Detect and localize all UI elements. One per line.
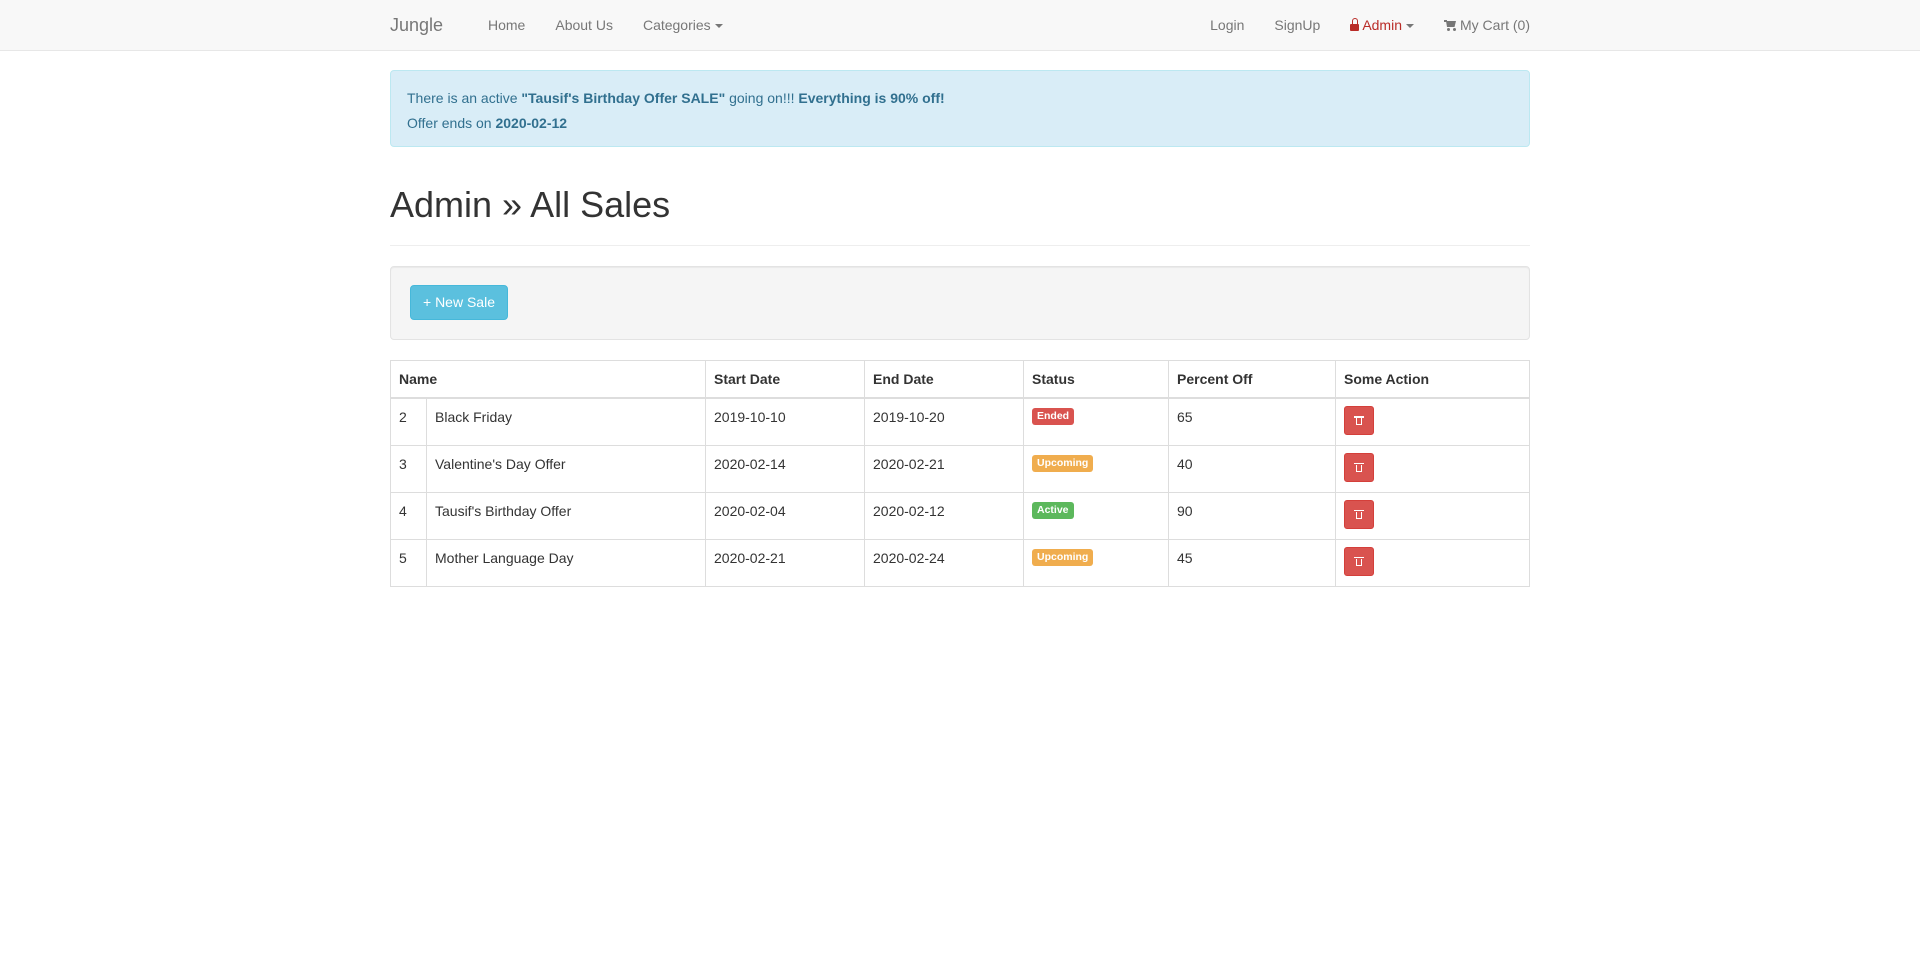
sales-table: Name Start Date End Date Status Percent …: [390, 360, 1530, 587]
alert-line-1: There is an active "Tausif's Birthday Of…: [407, 86, 1513, 111]
caret-down-icon: [1406, 24, 1414, 29]
sale-percent-off: 45: [1168, 538, 1336, 587]
page-title: Admin » All Sales: [390, 184, 671, 225]
sale-action-cell: [1335, 444, 1530, 493]
brand-logo[interactable]: Jungle: [390, 15, 443, 35]
col-header-start: Start Date: [705, 360, 865, 399]
col-header-status: Status: [1023, 360, 1169, 399]
nav-cart-link[interactable]: My Cart (0): [1429, 0, 1545, 50]
sale-id: 4: [390, 491, 427, 540]
nav-right-menu: Login SignUp Admin My Cart (0): [1195, 0, 1545, 50]
top-navbar: Jungle Home About Us Categories Login Si…: [0, 0, 1920, 51]
delete-sale-button[interactable]: [1344, 452, 1374, 482]
navbar-inner: Jungle Home About Us Categories Login Si…: [390, 0, 1530, 50]
sale-status-cell: Ended: [1023, 397, 1169, 446]
alert-middle: going on!!!: [725, 90, 799, 106]
new-sale-button[interactable]: + New Sale: [410, 285, 508, 320]
table-header-row: Name Start Date End Date Status Percent …: [390, 360, 1530, 399]
caret-down-icon: [714, 24, 723, 29]
sale-end-date: 2020-02-24: [864, 538, 1024, 587]
sale-name: Black Friday: [426, 397, 706, 446]
sale-name: Mother Language Day: [426, 538, 706, 587]
sale-id: 3: [390, 444, 427, 493]
alert-sale-name: "Tausif's Birthday Offer SALE": [521, 90, 726, 106]
alert-line-2: Offer ends on 2020-02-12: [407, 111, 1513, 136]
cart-label: My Cart (0): [1460, 17, 1530, 33]
admin-label: Admin: [1362, 17, 1402, 33]
status-badge: Upcoming: [1032, 548, 1094, 566]
cart-icon: [1444, 20, 1457, 31]
trash-icon: [1354, 462, 1364, 472]
sale-start-date: 2019-10-10: [705, 397, 865, 446]
col-header-end: End Date: [864, 360, 1024, 399]
nav-about-link[interactable]: About Us: [540, 0, 628, 50]
nav-left-menu: Home About Us Categories: [473, 0, 738, 50]
delete-sale-button[interactable]: [1344, 499, 1374, 529]
sale-alert: There is an active "Tausif's Birthday Of…: [390, 70, 1530, 147]
sale-end-date: 2020-02-12: [864, 491, 1024, 540]
sale-start-date: 2020-02-14: [705, 444, 865, 493]
col-header-percent: Percent Off: [1168, 360, 1336, 399]
table-row: 2 Black Friday 2019-10-10 2019-10-20 End…: [390, 397, 1530, 446]
sale-start-date: 2020-02-21: [705, 538, 865, 587]
sale-end-date: 2020-02-21: [864, 444, 1024, 493]
sale-end-date: 2019-10-20: [864, 397, 1024, 446]
page-header: Admin » All Sales: [390, 165, 1530, 246]
delete-sale-button[interactable]: [1344, 406, 1374, 435]
trash-icon: [1354, 556, 1364, 566]
delete-sale-button[interactable]: [1344, 546, 1374, 576]
sale-percent-off: 40: [1168, 444, 1336, 493]
trash-icon: [1354, 509, 1364, 519]
status-badge: Active: [1032, 501, 1074, 519]
nav-categories-dropdown[interactable]: Categories: [628, 0, 738, 50]
categories-label: Categories: [642, 17, 711, 33]
alert-prefix: There is an active: [407, 90, 522, 106]
alert-discount: Everything is 90% off!: [798, 90, 945, 106]
status-badge: Upcoming: [1032, 454, 1094, 472]
status-badge: Ended: [1032, 408, 1075, 425]
alert-ends-date: 2020-02-12: [495, 115, 568, 131]
table-row: 5 Mother Language Day 2020-02-21 2020-02…: [390, 538, 1530, 587]
col-header-name: Name: [390, 360, 706, 399]
alert-ends-prefix: Offer ends on: [407, 115, 496, 131]
sale-percent-off: 65: [1168, 397, 1336, 446]
actions-well: + New Sale: [390, 266, 1530, 340]
sale-status-cell: Upcoming: [1023, 538, 1169, 587]
sale-id: 2: [390, 397, 427, 446]
table-row: 4 Tausif's Birthday Offer 2020-02-04 202…: [390, 491, 1530, 540]
sale-id: 5: [390, 538, 427, 587]
nav-login-link[interactable]: Login: [1195, 0, 1259, 50]
sale-name: Tausif's Birthday Offer: [426, 491, 706, 540]
sale-status-cell: Upcoming: [1023, 444, 1169, 493]
sale-name: Valentine's Day Offer: [426, 444, 706, 493]
sale-action-cell: [1335, 538, 1530, 587]
sale-start-date: 2020-02-04: [705, 491, 865, 540]
nav-signup-link[interactable]: SignUp: [1259, 0, 1335, 50]
trash-icon: [1354, 416, 1364, 425]
sale-action-cell: [1335, 397, 1530, 446]
nav-admin-dropdown[interactable]: Admin: [1335, 0, 1429, 50]
sale-action-cell: [1335, 491, 1530, 540]
lock-icon: [1350, 18, 1360, 31]
sale-percent-off: 90: [1168, 491, 1336, 540]
table-row: 3 Valentine's Day Offer 2020-02-14 2020-…: [390, 444, 1530, 493]
sale-status-cell: Active: [1023, 491, 1169, 540]
col-header-action: Some Action: [1335, 360, 1530, 399]
nav-home-link[interactable]: Home: [473, 0, 540, 50]
